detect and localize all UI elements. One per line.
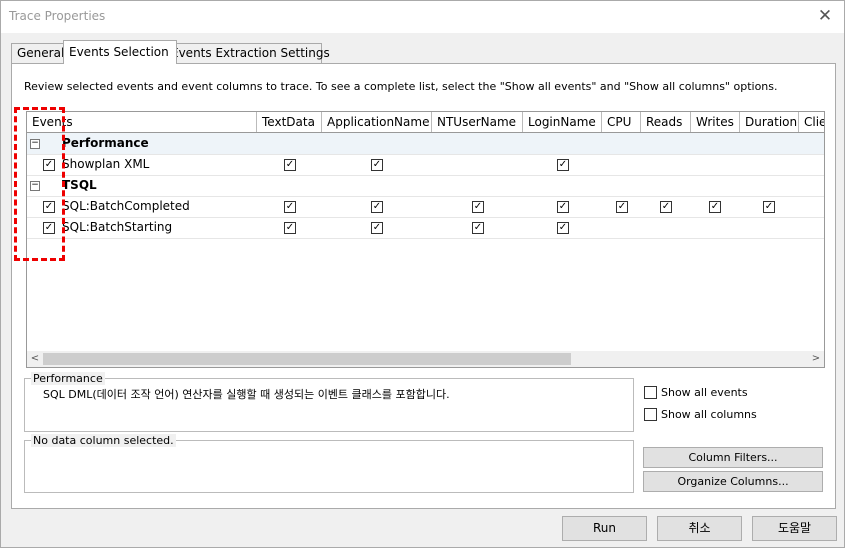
help-button[interactable]: 도움말 [752, 516, 837, 541]
organize-columns-button[interactable]: Organize Columns... [643, 471, 823, 492]
window-title: Trace Properties [9, 9, 106, 23]
scroll-left-icon[interactable]: < [27, 351, 43, 367]
writes-checkbox[interactable]: ✓ [709, 201, 721, 213]
column-header-loginname[interactable]: LoginName [523, 112, 602, 132]
applicationname-checkbox[interactable]: ✓ [371, 201, 383, 213]
event-row-sql-batchcompleted[interactable]: ✓ SQL:BatchCompleted ✓ ✓ ✓ ✓ ✓ ✓ ✓ ✓ [27, 196, 824, 218]
ntusername-checkbox[interactable]: ✓ [472, 201, 484, 213]
column-filters-button[interactable]: Column Filters... [643, 447, 823, 468]
textdata-checkbox[interactable]: ✓ [284, 159, 296, 171]
column-header-duration[interactable]: Duration [740, 112, 799, 132]
tab-events-extraction-settings[interactable]: Events Extraction Settings [165, 43, 330, 63]
column-header-writes[interactable]: Writes [691, 112, 740, 132]
event-row-showplan-xml[interactable]: ✓ Showplan XML ✓ ✓ ✓ [27, 154, 824, 176]
column-header-reads[interactable]: Reads [641, 112, 691, 132]
event-description-group: Performance SQL DML(데이터 조작 언어) 연산자를 실행할 … [24, 372, 634, 432]
close-icon[interactable]: ✕ [814, 5, 836, 27]
category-label: TSQL [62, 178, 97, 192]
scrollbar-thumb[interactable] [43, 353, 571, 365]
event-description-text: SQL DML(데이터 조작 언어) 연산자를 실행할 때 생성되는 이벤트 클… [43, 388, 450, 401]
events-selection-panel: Review selected events and event columns… [11, 63, 836, 509]
loginname-checkbox[interactable]: ✓ [557, 222, 569, 234]
event-row-sql-batchstarting[interactable]: ✓ SQL:BatchStarting ✓ ✓ ✓ ✓ [27, 217, 824, 239]
category-label: Performance [62, 136, 149, 150]
loginname-checkbox[interactable]: ✓ [557, 159, 569, 171]
event-label: SQL:BatchCompleted [62, 199, 190, 213]
show-all-columns-checkbox[interactable] [644, 408, 657, 421]
column-header-applicationname[interactable]: ApplicationName [322, 112, 432, 132]
run-button[interactable]: Run [562, 516, 647, 541]
reads-checkbox[interactable]: ✓ [660, 201, 672, 213]
column-header-client[interactable]: Clie [799, 112, 824, 132]
show-all-columns-label[interactable]: Show all columns [661, 408, 757, 421]
trace-properties-window: Trace Properties ✕ General Events Select… [0, 0, 845, 548]
red-dashed-annotation [14, 107, 65, 261]
textdata-checkbox[interactable]: ✓ [284, 222, 296, 234]
column-header-ntusername[interactable]: NTUserName [432, 112, 523, 132]
cancel-button[interactable]: 취소 [657, 516, 742, 541]
column-description-group: No data column selected. [24, 434, 634, 493]
loginname-checkbox[interactable]: ✓ [557, 201, 569, 213]
textdata-checkbox[interactable]: ✓ [284, 201, 296, 213]
horizontal-scrollbar[interactable]: < > [27, 351, 824, 367]
cpu-checkbox[interactable]: ✓ [616, 201, 628, 213]
event-description-legend: Performance [31, 372, 105, 385]
scroll-right-icon[interactable]: > [808, 351, 824, 367]
duration-checkbox[interactable]: ✓ [763, 201, 775, 213]
events-grid[interactable]: Events TextData ApplicationName NTUserNa… [26, 111, 825, 368]
tab-events-selection[interactable]: Events Selection [63, 40, 177, 64]
show-all-events-label[interactable]: Show all events [661, 386, 748, 399]
category-row-tsql[interactable]: − TSQL [27, 175, 824, 197]
event-label: Showplan XML [62, 157, 150, 171]
applicationname-checkbox[interactable]: ✓ [371, 222, 383, 234]
title-bar: Trace Properties ✕ [1, 1, 844, 33]
applicationname-checkbox[interactable]: ✓ [371, 159, 383, 171]
ntusername-checkbox[interactable]: ✓ [472, 222, 484, 234]
event-label: SQL:BatchStarting [62, 220, 173, 234]
show-all-events-checkbox[interactable] [644, 386, 657, 399]
grid-header: Events TextData ApplicationName NTUserNa… [27, 112, 824, 133]
column-header-textdata[interactable]: TextData [257, 112, 322, 132]
column-header-cpu[interactable]: CPU [602, 112, 641, 132]
category-row-performance[interactable]: − Performance [27, 133, 824, 155]
column-description-legend: No data column selected. [31, 434, 176, 447]
instructions-text: Review selected events and event columns… [24, 80, 778, 93]
